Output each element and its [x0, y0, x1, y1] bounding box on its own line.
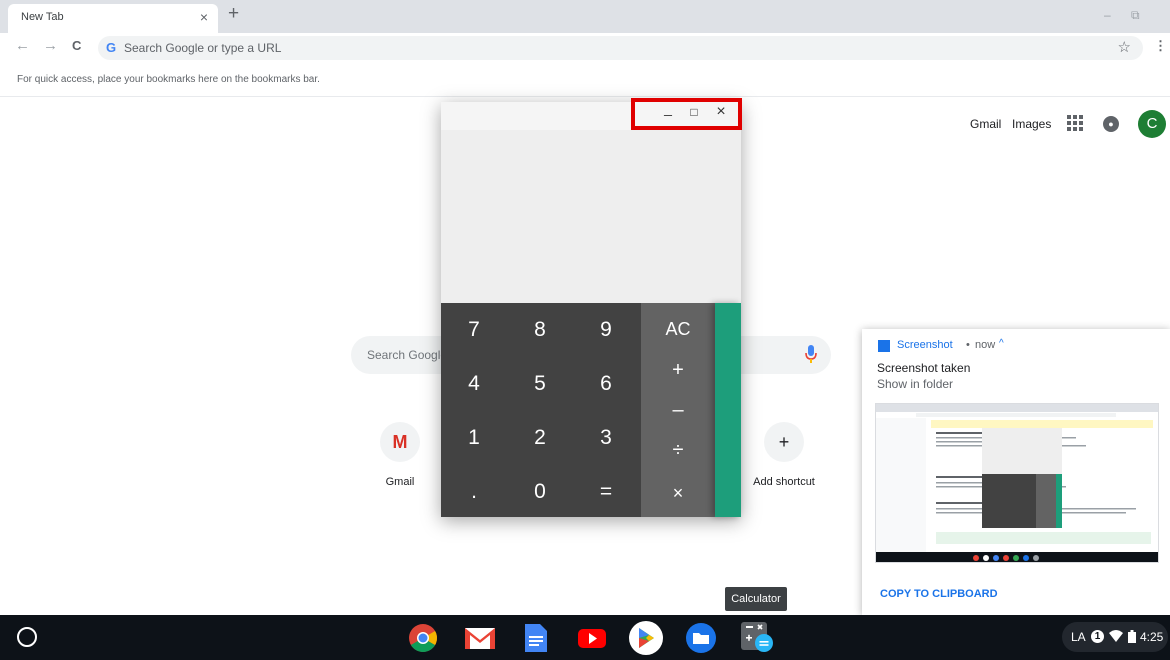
wifi-icon — [1109, 629, 1123, 646]
key-5[interactable]: 5 — [507, 357, 573, 411]
forward-arrow-icon[interactable]: → — [43, 37, 58, 54]
gmail-link[interactable]: Gmail — [970, 117, 1001, 131]
key-6[interactable]: 6 — [573, 357, 639, 411]
image-icon — [878, 340, 890, 352]
shelf: LA 1 4:25 — [0, 615, 1170, 660]
apps-grid-icon[interactable] — [1067, 115, 1083, 131]
tab-title: New Tab — [21, 11, 64, 23]
key-7[interactable]: 7 — [441, 303, 507, 357]
desktop: New Tab × + – ⧉ ← → C G ☆ ⋮ For quick ac… — [0, 0, 1170, 660]
tab-strip: New Tab × + – ⧉ — [0, 0, 1170, 33]
chrome-icon[interactable] — [408, 623, 438, 653]
calculator-keypad: 7 8 9 4 5 6 1 2 3 . 0 = — [441, 303, 641, 517]
calculator-display — [441, 130, 741, 303]
chevron-up-icon[interactable]: ^ — [999, 338, 1004, 349]
window-minimize-button[interactable]: – — [1104, 8, 1111, 22]
key-plus[interactable]: + — [641, 359, 715, 382]
reload-icon[interactable]: C — [72, 38, 81, 53]
browser-toolbar: ← → C G ☆ ⋮ — [0, 33, 1170, 63]
back-arrow-icon[interactable]: ← — [15, 37, 30, 54]
notification-count-badge: 1 — [1091, 630, 1104, 643]
gmail-icon: M — [380, 422, 420, 462]
key-8[interactable]: 8 — [507, 303, 573, 357]
key-9[interactable]: 9 — [573, 303, 639, 357]
shortcut-label: Gmail — [385, 476, 415, 488]
new-tab-button[interactable]: + — [228, 3, 239, 25]
battery-icon — [1128, 630, 1136, 646]
images-link[interactable]: Images — [1012, 117, 1051, 131]
bookmarks-hint: For quick access, place your bookmarks h… — [17, 74, 320, 85]
tab-new-tab[interactable]: New Tab × — [8, 4, 218, 33]
google-g-icon: G — [106, 40, 117, 55]
key-minus[interactable]: – — [641, 399, 715, 422]
calc-close-button[interactable]: × — [711, 103, 731, 121]
key-equals[interactable]: = — [573, 465, 639, 519]
advanced-panel-handle[interactable] — [715, 303, 741, 517]
notification-app-name: Screenshot — [897, 339, 953, 351]
key-3[interactable]: 3 — [573, 411, 639, 465]
plus-icon: + — [764, 422, 804, 462]
key-multiply[interactable]: × — [641, 483, 715, 504]
play-store-icon[interactable] — [628, 621, 663, 655]
bookmark-star-icon[interactable]: ☆ — [1118, 38, 1131, 56]
calculator-icon[interactable] — [740, 622, 773, 653]
screenshot-notification[interactable]: Screenshot • now ^ Screenshot taken Show… — [862, 329, 1170, 615]
browser-menu-icon[interactable]: ⋮ — [1154, 38, 1167, 54]
screenshot-thumbnail[interactable] — [875, 403, 1159, 563]
notification-time: now — [975, 339, 996, 351]
shortcut-gmail[interactable]: M Gmail — [360, 422, 440, 488]
launcher-icon[interactable] — [17, 627, 37, 647]
omnibox[interactable]: G ☆ — [98, 36, 1143, 60]
calc-maximize-button[interactable]: □ — [684, 105, 704, 119]
key-decimal[interactable]: . — [441, 465, 507, 519]
notifications-icon[interactable]: ● — [1103, 116, 1119, 132]
shortcut-add[interactable]: + Add shortcut — [744, 422, 824, 488]
omnibox-input[interactable] — [124, 39, 1024, 57]
notification-separator: • — [966, 339, 970, 351]
tab-close-icon[interactable]: × — [200, 9, 208, 25]
key-4[interactable]: 4 — [441, 357, 507, 411]
microphone-icon[interactable] — [805, 344, 817, 369]
window-controls-highlight: _ □ × — [631, 98, 742, 130]
key-divide[interactable]: ÷ — [641, 439, 715, 462]
calculator-operators: AC + – ÷ × — [641, 303, 715, 517]
avatar[interactable]: C — [1138, 110, 1166, 138]
key-1[interactable]: 1 — [441, 411, 507, 465]
calculator-tooltip: Calculator — [725, 587, 787, 611]
bookmarks-bar: For quick access, place your bookmarks h… — [0, 63, 1170, 97]
files-icon[interactable] — [685, 623, 716, 653]
docs-icon[interactable] — [524, 623, 554, 653]
key-2[interactable]: 2 — [507, 411, 573, 465]
calc-minimize-button[interactable]: _ — [658, 100, 678, 116]
status-tray[interactable]: LA 1 4:25 — [1062, 622, 1168, 652]
notification-title: Screenshot taken — [877, 361, 971, 375]
clock-time: 4:25 — [1140, 630, 1164, 644]
key-0[interactable]: 0 — [507, 465, 573, 519]
copy-to-clipboard-button[interactable]: COPY TO CLIPBOARD — [880, 588, 998, 600]
gmail-icon[interactable] — [464, 623, 495, 653]
window-restore-button[interactable]: ⧉ — [1131, 8, 1140, 23]
show-in-folder-link[interactable]: Show in folder — [877, 377, 953, 391]
youtube-icon[interactable] — [577, 623, 607, 653]
calculator-window: _ □ × 7 8 9 4 5 6 1 2 3 . 0 = AC + – ÷ × — [441, 98, 742, 517]
shortcut-label: Add shortcut — [753, 476, 815, 488]
key-all-clear[interactable]: AC — [641, 319, 715, 340]
input-method-label: LA — [1071, 630, 1086, 644]
